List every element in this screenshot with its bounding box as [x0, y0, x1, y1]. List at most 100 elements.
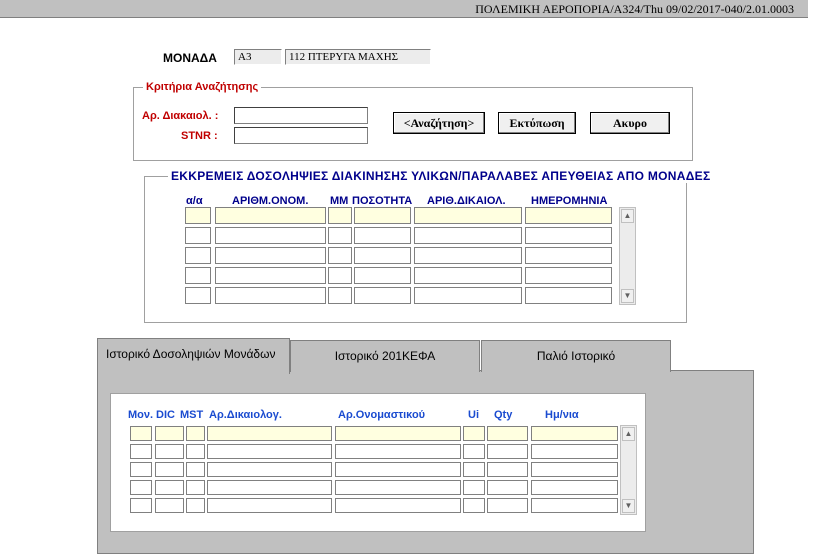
- col-header-mm: ΜΜ: [330, 195, 349, 207]
- search-button[interactable]: <Αναζήτηση>: [393, 112, 485, 134]
- grid-cell[interactable]: [463, 480, 485, 495]
- grid-cell[interactable]: [525, 287, 612, 304]
- grid-cell[interactable]: [185, 267, 211, 284]
- grid-cell[interactable]: [328, 207, 352, 224]
- grid-cell[interactable]: [186, 498, 205, 513]
- grid-cell[interactable]: [414, 267, 522, 284]
- grid-cell[interactable]: [207, 462, 332, 477]
- col-header-item-number: ΑΡΙΘΜ.ΟΝΟΜ.: [232, 195, 309, 207]
- col-header-aa: α/α: [186, 195, 203, 207]
- doc-number-label: Αρ. Διακαιολ. :: [142, 110, 219, 122]
- grid-cell[interactable]: [531, 426, 618, 441]
- grid-cell[interactable]: [354, 267, 411, 284]
- grid-cell[interactable]: [463, 462, 485, 477]
- col-header-history-date: Ημ/νια: [545, 409, 579, 421]
- grid-cell[interactable]: [186, 444, 205, 459]
- unit-name-field: 112 ΠΤΕΡΥΓΑ ΜΑΧΗΣ: [285, 49, 431, 65]
- app-window: ΠΟΛΕΜΙΚΗ ΑΕΡΟΠΟΡΙΑ/A324/Thu 09/02/2017-0…: [0, 0, 816, 554]
- grid-cell[interactable]: [186, 426, 205, 441]
- grid-cell[interactable]: [487, 462, 528, 477]
- grid-cell[interactable]: [354, 287, 411, 304]
- grid-cell[interactable]: [414, 227, 522, 244]
- grid-cell[interactable]: [487, 498, 528, 513]
- grid-cell[interactable]: [207, 498, 332, 513]
- grid-cell[interactable]: [463, 426, 485, 441]
- col-header-ui: Ui: [468, 409, 479, 421]
- unit-label: ΜΟΝΑΔΑ: [163, 51, 217, 65]
- scroll-down-icon[interactable]: ▼: [622, 499, 635, 513]
- print-button[interactable]: Εκτύπωση: [498, 112, 576, 134]
- col-header-doc-number: ΑΡΙΘ.ΔΙΚΑΙΟΛ.: [427, 195, 506, 207]
- history-scrollbar[interactable]: ▲ ▼: [620, 425, 637, 515]
- grid-cell[interactable]: [328, 227, 352, 244]
- stnr-input[interactable]: [234, 127, 368, 144]
- grid-cell[interactable]: [354, 207, 411, 224]
- grid-cell[interactable]: [487, 426, 528, 441]
- grid-cell[interactable]: [207, 480, 332, 495]
- col-header-dic: DIC: [156, 409, 175, 421]
- grid-cell[interactable]: [328, 267, 352, 284]
- tab-unit-transactions-history[interactable]: Ιστορικό Δοσοληψιών Μονάδων: [97, 338, 290, 374]
- grid-cell[interactable]: [525, 247, 612, 264]
- grid-cell[interactable]: [155, 462, 184, 477]
- grid-cell[interactable]: [328, 287, 352, 304]
- grid-cell[interactable]: [207, 444, 332, 459]
- grid-cell[interactable]: [525, 207, 612, 224]
- grid-cell[interactable]: [335, 444, 461, 459]
- grid-cell[interactable]: [335, 426, 461, 441]
- grid-cell[interactable]: [186, 462, 205, 477]
- tab-201kefa-history[interactable]: Ιστορικό 201ΚΕΦΑ: [290, 340, 480, 372]
- grid-cell[interactable]: [215, 207, 326, 224]
- pending-scrollbar[interactable]: ▲ ▼: [619, 207, 636, 305]
- grid-cell[interactable]: [130, 480, 152, 495]
- cancel-button[interactable]: Ακυρο: [590, 112, 670, 134]
- grid-cell[interactable]: [414, 247, 522, 264]
- grid-cell[interactable]: [185, 227, 211, 244]
- grid-cell[interactable]: [414, 207, 522, 224]
- grid-cell[interactable]: [130, 498, 152, 513]
- grid-cell[interactable]: [155, 480, 184, 495]
- grid-cell[interactable]: [186, 480, 205, 495]
- grid-cell[interactable]: [335, 480, 461, 495]
- grid-cell[interactable]: [185, 287, 211, 304]
- grid-cell[interactable]: [525, 227, 612, 244]
- col-header-mst: MST: [180, 409, 204, 421]
- scroll-up-icon[interactable]: ▲: [621, 209, 634, 223]
- scroll-up-icon[interactable]: ▲: [622, 427, 635, 441]
- grid-cell[interactable]: [354, 227, 411, 244]
- pending-transactions-title: ΕΚΚΡΕΜΕΙΣ ΔΟΣΟΛΗΨΙΕΣ ΔΙΑΚΙΝΗΣΗΣ ΥΛΙΚΩΝ/Π…: [168, 169, 714, 183]
- grid-cell[interactable]: [463, 498, 485, 513]
- grid-cell[interactable]: [155, 426, 184, 441]
- grid-cell[interactable]: [525, 267, 612, 284]
- grid-cell[interactable]: [531, 444, 618, 459]
- grid-cell[interactable]: [531, 498, 618, 513]
- grid-cell[interactable]: [215, 267, 326, 284]
- grid-cell[interactable]: [185, 247, 211, 264]
- title-bar: ΠΟΛΕΜΙΚΗ ΑΕΡΟΠΟΡΙΑ/A324/Thu 09/02/2017-0…: [0, 0, 808, 18]
- grid-cell[interactable]: [185, 207, 211, 224]
- grid-cell[interactable]: [487, 444, 528, 459]
- grid-cell[interactable]: [335, 498, 461, 513]
- grid-cell[interactable]: [207, 426, 332, 441]
- unit-code-field: A3: [234, 49, 282, 65]
- grid-cell[interactable]: [414, 287, 522, 304]
- doc-number-input[interactable]: [234, 107, 368, 124]
- grid-cell[interactable]: [130, 444, 152, 459]
- grid-cell[interactable]: [130, 426, 152, 441]
- title-bar-text: ΠΟΛΕΜΙΚΗ ΑΕΡΟΠΟΡΙΑ/A324/Thu 09/02/2017-0…: [475, 2, 794, 16]
- grid-cell[interactable]: [215, 247, 326, 264]
- grid-cell[interactable]: [335, 462, 461, 477]
- grid-cell[interactable]: [531, 480, 618, 495]
- grid-cell[interactable]: [328, 247, 352, 264]
- grid-cell[interactable]: [130, 462, 152, 477]
- grid-cell[interactable]: [531, 462, 618, 477]
- scroll-down-icon[interactable]: ▼: [621, 289, 634, 303]
- grid-cell[interactable]: [215, 227, 326, 244]
- grid-cell[interactable]: [155, 444, 184, 459]
- grid-cell[interactable]: [155, 498, 184, 513]
- grid-cell[interactable]: [215, 287, 326, 304]
- grid-cell[interactable]: [487, 480, 528, 495]
- grid-cell[interactable]: [354, 247, 411, 264]
- grid-cell[interactable]: [463, 444, 485, 459]
- tab-old-history[interactable]: Παλιό Ιστορικό: [481, 340, 671, 372]
